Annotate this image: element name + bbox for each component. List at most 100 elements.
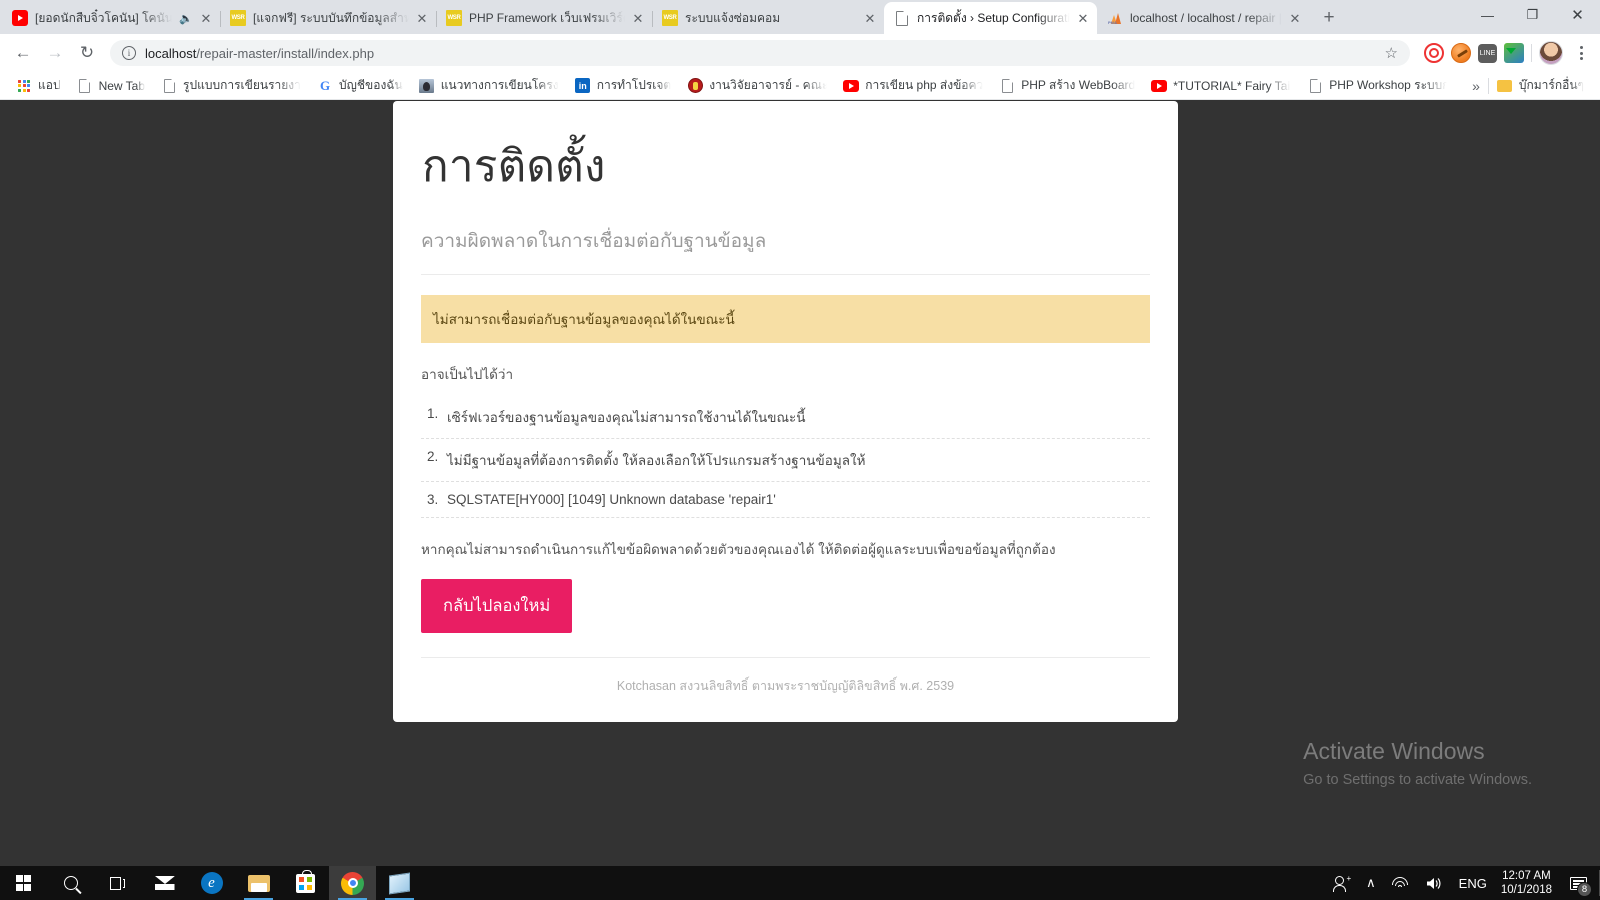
other-bookmarks-button[interactable]: บุ๊กมาร์กอื่นๆ [1489,74,1592,97]
tab-close-icon[interactable]: ✕ [864,12,876,25]
url-text: localhost/repair-master/install/index.ph… [145,46,374,61]
bookmark-item[interactable]: New Tab [69,76,153,96]
browser-tab-active[interactable]: การติดตั้ง › Setup Configuration ✕ [884,2,1097,34]
bookmark-item[interactable]: PHP สร้าง WebBoard [991,74,1143,97]
forward-button[interactable]: → [40,38,70,68]
windows-taskbar: e + ∧ ENG 12:07 AM 10/1/2018 8 [0,866,1600,900]
bookmark-label: *TUTORIAL* Fairy Tail [1173,78,1292,93]
bookmark-label: การทำโปรเจต [596,78,672,92]
wsr-icon: WSR [230,10,246,26]
bookmark-star-icon[interactable]: ☆ [1385,44,1398,62]
bookmark-apps[interactable]: แอป [8,74,69,97]
notification-count-badge: 8 [1577,882,1592,897]
list-item: SQLSTATE[HY000] [1049] Unknown database … [421,482,1150,519]
start-icon[interactable] [0,866,47,900]
notification-center-icon[interactable]: 8 [1562,866,1599,900]
tab-title: PHP Framework เว็บเฟรมเวิร์ด โด [469,10,625,25]
reload-button[interactable]: ↻ [72,38,102,68]
close-window-button[interactable]: ✕ [1555,0,1600,30]
site-info-icon[interactable]: i [122,46,136,60]
page-title: การติดตั้ง [422,142,606,191]
page-subtitle: ความผิดพลาดในการเชื่อมต่อกับฐานข้อมูล [421,226,1150,276]
bookmark-item[interactable]: การเขียน php ส่งข้อความ [835,74,991,97]
tab-strip: [ยอดนักสืบจิ๋วโคนัน] โคนันเฉลย 🔈 ✕ WSR [… [0,0,1600,34]
maximize-button[interactable]: ❐ [1510,0,1555,30]
bookmark-label: บัญชีของฉัน [339,78,403,92]
photo-icon [419,78,435,94]
retry-button[interactable]: กลับไปลองใหม่ [421,579,573,634]
chrome-icon[interactable] [329,866,376,900]
bookmark-item[interactable]: รูปแบบการเขียนรายงาน [153,74,309,97]
page-viewport: การติดตั้ง ความผิดพลาดในการเชื่อมต่อกับฐ… [0,100,1600,866]
browser-tab[interactable]: WSR [แจกฟรี] ระบบบันทึกข้อมูลสำหรับร้า ✕ [220,2,436,34]
svg-text:PMA: PMA [1108,20,1117,25]
chevron-up-icon[interactable]: ∧ [1358,866,1384,900]
page-icon [77,78,93,94]
opera-vpn-icon[interactable] [1424,43,1444,63]
file-explorer-icon[interactable] [235,866,282,900]
other-bookmarks-label: บุ๊กมาร์กอื่นๆ [1518,78,1584,92]
bookmark-label: งานวิจัยอาจารย์ - คณะวิ [709,78,828,92]
bookmark-item[interactable]: G บัญชีของฉัน [309,74,411,97]
task-view-icon[interactable] [94,866,141,900]
avatar[interactable] [1539,41,1563,65]
browser-window: [ยอดนักสืบจิ๋วโคนัน] โคนันเฉลย 🔈 ✕ WSR [… [0,0,1600,866]
bookmark-item[interactable]: in การทำโปรเจต [567,74,680,97]
support-note: หากคุณไม่สามารถดำเนินการแก้ไขข้อผิดพลาดด… [421,542,1056,558]
browser-tab[interactable]: PMA localhost / localhost / repair | p ✕ [1097,2,1309,34]
tab-divider [436,11,437,27]
bookmark-item[interactable]: งานวิจัยอาจารย์ - คณะวิ [679,74,835,97]
bookmarks-bar: แอป New Tab รูปแบบการเขียนรายงาน G บัญชี… [0,72,1600,100]
url-path: /repair-master/install/index.php [196,45,375,61]
tab-audio-icon[interactable]: 🔈 [179,12,193,25]
volume-icon[interactable] [1417,866,1451,900]
copyright-footer: Kotchasan สงวนลิขสิทธิ์ ตามพระราชบัญญัติ… [421,657,1150,696]
bookmark-label: PHP สร้าง WebBoard [1021,78,1136,92]
mail-icon[interactable] [141,866,188,900]
back-button[interactable]: ← [8,38,38,68]
bookmarks-overflow-icon[interactable]: » [1464,78,1488,94]
address-bar[interactable]: i localhost/repair-master/install/index.… [110,40,1410,66]
hammer-extension-icon[interactable] [1451,43,1471,63]
tab-close-icon[interactable]: ✕ [416,12,428,25]
bookmark-item[interactable]: *TUTORIAL* Fairy Tail [1143,76,1299,96]
extension-icons: LINE [1418,41,1592,65]
browser-tab[interactable]: WSR PHP Framework เว็บเฟรมเวิร์ด โด ✕ [436,2,652,34]
idm-icon[interactable] [1504,43,1524,63]
phpmyadmin-icon: PMA [1107,10,1123,26]
bookmark-label: PHP Workshop ระบบก [1329,78,1448,92]
clock[interactable]: 12:07 AM 10/1/2018 [1495,869,1562,898]
tab-title: localhost / localhost / repair | p [1130,11,1282,25]
chrome-menu-icon[interactable] [1570,46,1592,60]
alert-message: ไม่สามารถเชื่อมต่อกับฐานข้อมูลของคุณได้ใ… [421,295,1150,344]
browser-tab[interactable]: WSR ระบบแจ้งซ่อมคอม ✕ [652,2,884,34]
search-icon[interactable] [47,866,94,900]
seal-icon [687,78,703,94]
people-icon[interactable]: + [1325,866,1358,900]
bookmark-label: New Tab [98,78,146,93]
youtube-icon [1151,78,1168,94]
reasons-list: เซิร์ฟเวอร์ของฐานข้อมูลของคุณไม่สามารถใช… [421,396,1150,519]
linkedin-icon: in [575,78,591,94]
bookmark-item[interactable]: แนวทางการเขียนโครงงาน [411,74,567,97]
sticky-notes-icon[interactable] [376,866,423,900]
minimize-button[interactable]: — [1465,0,1510,30]
youtube-icon [843,78,860,94]
bookmark-item[interactable]: PHP Workshop ระบบก [1299,74,1455,97]
tab-close-icon[interactable]: ✕ [1289,12,1301,25]
language-indicator[interactable]: ENG [1451,866,1495,900]
page-icon [161,78,177,94]
tab-close-icon[interactable]: ✕ [1077,12,1089,25]
windows-activation-watermark: Activate Windows Go to Settings to activ… [1303,738,1532,788]
browser-tab[interactable]: [ยอดนักสืบจิ๋วโคนัน] โคนันเฉลย 🔈 ✕ [2,2,220,34]
wsr-icon: WSR [662,10,678,26]
edge-icon[interactable]: e [188,866,235,900]
wifi-icon[interactable] [1384,866,1417,900]
microsoft-store-icon[interactable] [282,866,329,900]
tab-close-icon[interactable]: ✕ [632,12,644,25]
watermark-title: Activate Windows [1303,738,1485,764]
new-tab-button[interactable]: + [1315,4,1343,32]
tab-close-icon[interactable]: ✕ [200,12,212,25]
system-tray: + ∧ ENG 12:07 AM 10/1/2018 8 [1325,866,1600,900]
line-icon[interactable]: LINE [1478,43,1497,63]
